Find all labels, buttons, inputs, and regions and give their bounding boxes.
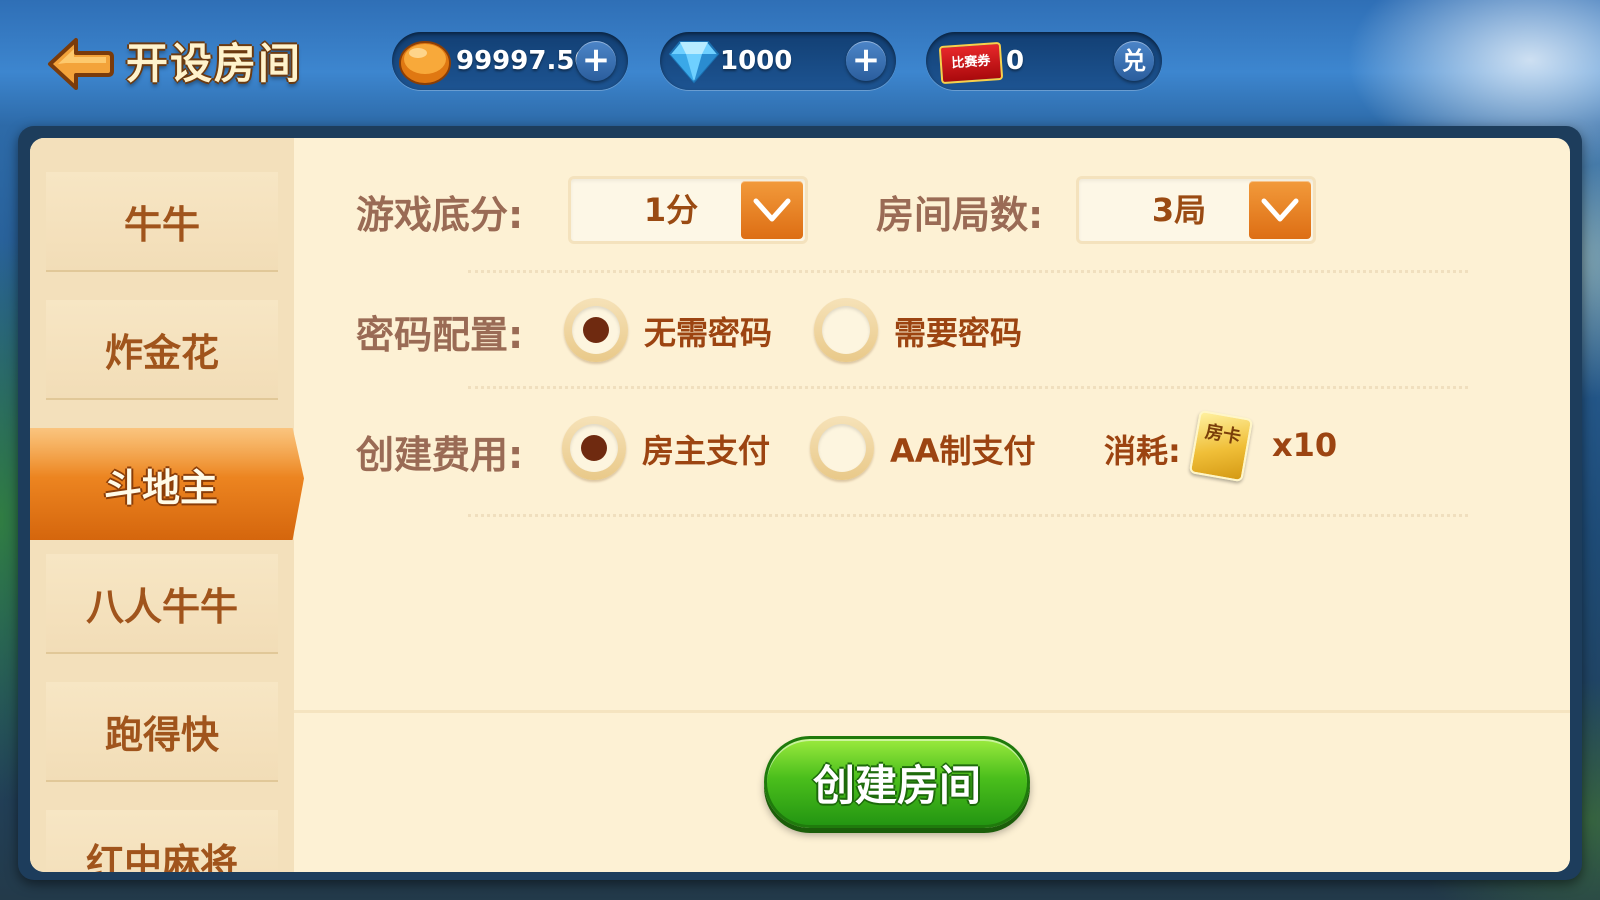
ticket-balance: 比赛券 0 兑 (926, 32, 1162, 90)
back-button[interactable] (46, 36, 114, 92)
page-title: 开设房间 (126, 39, 303, 88)
sidebar-item-hongzhongmajiang[interactable]: 红中麻将 (46, 810, 278, 872)
game-type-sidebar: 牛牛 炸金花 八人牛牛 跑得快 红中麻将 斗地主 (30, 138, 304, 872)
diamond-amount: 1000 (720, 46, 793, 76)
radio-inner (572, 306, 620, 354)
host-pay-radio[interactable] (562, 416, 626, 480)
diamond-balance: 1000 + (660, 32, 896, 90)
host-pay-label[interactable]: 房主支付 (642, 426, 770, 472)
sidebar-item-doudizhu[interactable]: 斗地主 (30, 428, 304, 540)
row-divider (468, 270, 1468, 273)
create-room-panel: 牛牛 炸金花 八人牛牛 跑得快 红中麻将 斗地主 游戏底分: 1分 房间局数: … (30, 138, 1570, 872)
create-room-button[interactable]: 创建房间 (764, 736, 1030, 828)
radio-inner (818, 424, 866, 472)
coin-icon (399, 41, 451, 85)
add-diamonds-button[interactable]: + (846, 41, 886, 81)
sidebar-item-zhajinhua[interactable]: 炸金花 (46, 300, 278, 400)
sidebar-item-barenniuniu[interactable]: 八人牛牛 (46, 554, 278, 654)
aa-pay-radio[interactable] (810, 416, 874, 480)
coin-amount: 99997.50 (456, 46, 593, 76)
rounds-label: 房间局数: (876, 193, 1044, 237)
no-password-label[interactable]: 无需密码 (644, 308, 772, 354)
require-password-label[interactable]: 需要密码 (894, 308, 1022, 354)
radio-selected-dot (583, 317, 609, 343)
room-settings: 游戏底分: 1分 房间局数: 3局 密码配置: 无需密码 需要密码 创建费用: … (294, 138, 1570, 872)
require-password-radio[interactable] (814, 298, 878, 362)
ticket-icon: 比赛券 (938, 41, 1004, 85)
top-bar: 开设房间 99997.50 + 1000 + 比赛券 0 兑 (0, 0, 1600, 122)
rounds-select[interactable]: 3局 (1076, 176, 1316, 244)
sidebar-item-niuniu[interactable]: 牛牛 (46, 172, 278, 272)
add-coins-button[interactable]: + (576, 41, 616, 81)
password-label: 密码配置: (356, 313, 524, 357)
consume-amount: x10 (1272, 426, 1338, 464)
chevron-down-icon (753, 198, 791, 222)
radio-selected-dot (581, 435, 607, 461)
exchange-button[interactable]: 兑 (1114, 41, 1154, 81)
aa-pay-label[interactable]: AA制支付 (890, 426, 1036, 472)
radio-inner (822, 306, 870, 354)
coin-balance: 99997.50 + (392, 32, 628, 90)
consume-label: 消耗: (1104, 432, 1181, 470)
back-arrow-icon (48, 38, 114, 90)
fee-label: 创建费用: (356, 433, 524, 477)
sidebar-item-paodekuai[interactable]: 跑得快 (46, 682, 278, 782)
row-divider (468, 514, 1468, 517)
room-card-icon: 房卡 (1188, 409, 1254, 483)
diamond-icon (668, 41, 720, 84)
row-divider (468, 386, 1468, 389)
ticket-amount: 0 (1006, 46, 1025, 76)
base-score-dropdown-button[interactable] (741, 181, 803, 239)
chevron-down-icon (1261, 198, 1299, 222)
base-score-select[interactable]: 1分 (568, 176, 808, 244)
rounds-dropdown-button[interactable] (1249, 181, 1311, 239)
base-score-label: 游戏底分: (356, 193, 524, 237)
sidebar-item-doudizhu-label: 斗地主 (103, 465, 218, 510)
no-password-radio[interactable] (564, 298, 628, 362)
radio-inner (570, 424, 618, 472)
